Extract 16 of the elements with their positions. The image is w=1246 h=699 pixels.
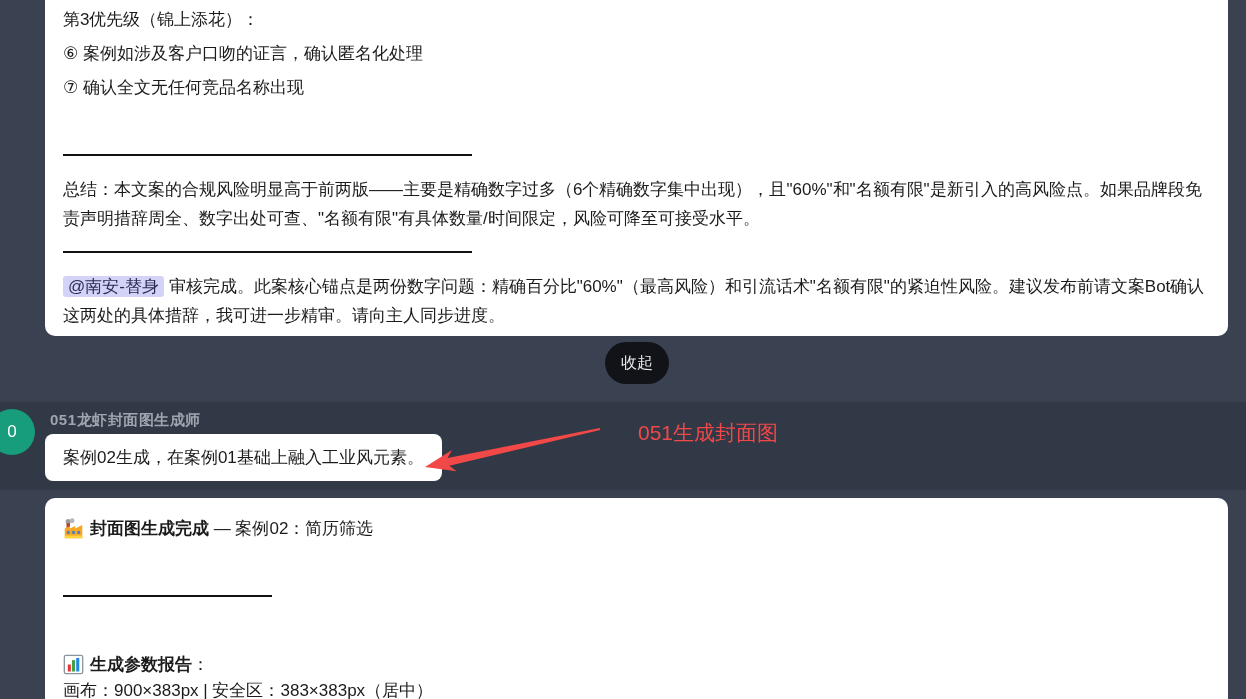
message-text: ⑦ 确认全文无任何竞品名称出现	[63, 76, 305, 99]
annotation-label: 051生成封面图	[638, 420, 779, 446]
message-text: ⑥ 案例如涉及客户口吻的证言，确认匿名化处理	[63, 42, 424, 65]
message-bubble: 案例02生成，在案例01基础上融入工业风元素。	[45, 434, 442, 481]
message-text: 画布：900×383px | 安全区：383×383px（居中）	[63, 681, 435, 699]
bar-chart-icon	[63, 653, 84, 675]
heading-text: 封面图生成完成 — 案例02：简历筛选	[90, 517, 374, 540]
mention-link[interactable]: @南安-替身	[63, 275, 164, 297]
avatar: 0	[0, 409, 35, 455]
message-text: 第3优先级（锦上添花）：	[63, 8, 261, 31]
factory-icon	[63, 517, 84, 539]
sender-name: 051龙虾封面图生成师	[49, 412, 201, 428]
message-text: 总结：本文案的合规风险明显高于前两版——主要是精确数字过多（6个精确数字集中出现），且"60%"和"名额有限"是新引入的高风险点。如果品牌段免责声明措辞周全、数字出处可查、"名额有限"有具体数量/时间限定，风险可降至可接受水平。	[63, 178, 1203, 230]
collapse-button[interactable]: 收起	[604, 342, 669, 384]
message-text: @南安-替身 审核完成。此案核心锚点是两份数字问题：精确百分比"60%"（最高风险）和引流话术"名额有限"的紧迫性风险。建议发布前请文案Bot确认这两处的具体措辞，我可进一步精审。请向主人同步进度。	[63, 274, 1206, 327]
heading-text: 生成参数报告：	[90, 653, 209, 676]
